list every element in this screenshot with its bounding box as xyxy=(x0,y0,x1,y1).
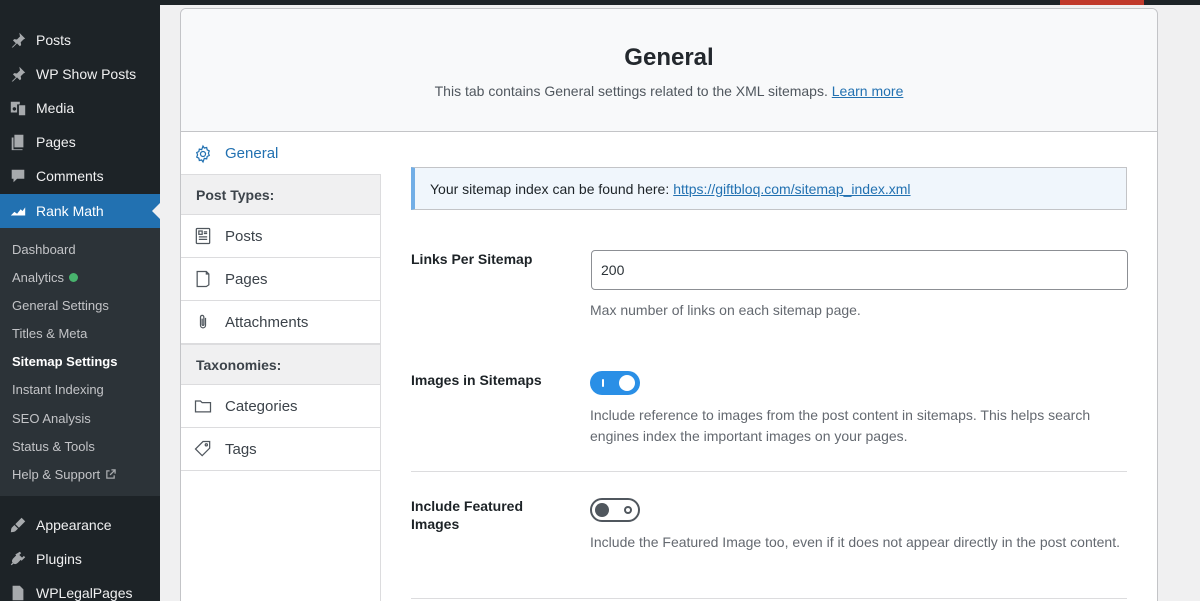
menu-item-label: Plugins xyxy=(36,551,82,567)
menu-item-posts[interactable]: Posts xyxy=(0,23,160,57)
page-title: General xyxy=(624,44,714,71)
submenu-item-titles-meta[interactable]: Titles & Meta xyxy=(12,326,87,341)
include-featured-images-help: Include the Featured Image too, even if … xyxy=(590,534,1120,550)
submenu-item-seo-analysis[interactable]: SEO Analysis xyxy=(12,411,91,426)
folder-icon xyxy=(181,396,225,416)
menu-item-plugins[interactable]: Plugins xyxy=(0,542,160,576)
toggle-on-mark-icon xyxy=(602,379,604,387)
submenu-label: General Settings xyxy=(12,298,109,313)
post-icon xyxy=(181,226,225,246)
menu-item-wplegalpages[interactable]: WPLegalPages xyxy=(0,576,160,601)
appearance-icon xyxy=(0,516,36,534)
submenu-item-help-support[interactable]: Help & Support xyxy=(12,467,116,482)
comments-icon xyxy=(0,167,36,185)
page-description: This tab contains General settings relat… xyxy=(181,83,1157,99)
document-icon xyxy=(0,584,36,601)
submenu-item-sitemap-settings[interactable]: Sitemap Settings xyxy=(12,354,117,369)
status-dot-icon xyxy=(69,273,79,282)
menu-item-label: Posts xyxy=(36,32,72,48)
menu-item-media[interactable]: Media xyxy=(0,91,160,125)
menu-item-label: Pages xyxy=(36,134,76,150)
toggle-off-mark-icon xyxy=(624,506,632,514)
submenu-label: Sitemap Settings xyxy=(12,354,118,369)
submenu-item-analytics[interactable]: Analytics xyxy=(12,270,79,285)
tab-tags[interactable]: Tags xyxy=(181,428,381,471)
tab-posts[interactable]: Posts xyxy=(181,215,381,258)
section-divider xyxy=(411,598,1127,599)
plugins-icon xyxy=(0,550,36,568)
tab-label: Pages xyxy=(225,270,268,288)
media-icon xyxy=(0,99,36,117)
post-types-heading: Post Types: xyxy=(181,174,381,215)
links-per-sitemap-label: Links Per Sitemap xyxy=(411,251,533,267)
tab-categories[interactable]: Categories xyxy=(181,385,381,428)
menu-item-rank-math[interactable]: Rank Math xyxy=(0,194,160,228)
notice-text: Your sitemap index can be found here: xyxy=(430,180,670,197)
images-in-sitemaps-label: Images in Sitemaps xyxy=(411,372,542,388)
admin-sidebar: Posts WP Show Posts Media Pages Comments… xyxy=(0,0,160,601)
rank-math-submenu: Dashboard Analytics General Settings Tit… xyxy=(0,228,160,496)
toggle-knob xyxy=(595,503,609,517)
submenu-label: Instant Indexing xyxy=(12,382,104,397)
toggle-knob xyxy=(619,375,635,391)
tab-label: Tags xyxy=(225,440,257,458)
submenu-item-dashboard[interactable]: Dashboard xyxy=(12,242,76,257)
top-bar-red-block xyxy=(1060,0,1144,5)
submenu-item-status-tools[interactable]: Status & Tools xyxy=(12,439,95,454)
admin-top-bar xyxy=(160,0,1200,5)
pages-icon xyxy=(0,133,36,151)
tab-label: Posts xyxy=(225,227,263,245)
section-divider xyxy=(411,471,1127,472)
gear-icon xyxy=(181,144,225,164)
submenu-label: Analytics xyxy=(12,270,65,285)
tab-general[interactable]: General xyxy=(181,132,381,175)
submenu-label: Dashboard xyxy=(12,242,76,257)
page-icon xyxy=(181,269,225,289)
tabs-divider xyxy=(380,471,381,601)
menu-item-label: Appearance xyxy=(36,517,112,533)
tab-pages[interactable]: Pages xyxy=(181,258,381,301)
learn-more-link[interactable]: Learn more xyxy=(832,83,904,99)
menu-item-label: Rank Math xyxy=(36,203,104,219)
links-per-sitemap-input[interactable] xyxy=(591,250,1128,290)
tab-label: Categories xyxy=(225,397,298,415)
submenu-label: Help & Support xyxy=(12,467,101,482)
tag-icon xyxy=(181,439,225,459)
tab-label: Attachments xyxy=(225,313,309,331)
menu-item-label: WPLegalPages xyxy=(36,585,133,601)
paperclip-icon xyxy=(181,312,225,332)
taxonomies-heading: Taxonomies: xyxy=(181,344,381,385)
pin-icon xyxy=(0,65,36,83)
menu-item-appearance[interactable]: Appearance xyxy=(0,508,160,542)
submenu-label: SEO Analysis xyxy=(12,411,91,426)
include-featured-images-label: Include Featured Images xyxy=(411,498,524,532)
panel-header: General This tab contains General settin… xyxy=(181,9,1157,132)
submenu-item-instant-indexing[interactable]: Instant Indexing xyxy=(12,382,104,397)
include-featured-images-toggle[interactable] xyxy=(590,498,640,522)
current-menu-arrow xyxy=(152,203,160,219)
submenu-label: Status & Tools xyxy=(12,439,95,454)
sitemap-index-notice: Your sitemap index can be found here: ht… xyxy=(411,167,1127,210)
rank-math-icon xyxy=(0,202,36,220)
submenu-item-general-settings[interactable]: General Settings xyxy=(12,298,109,313)
menu-item-label: WP Show Posts xyxy=(36,66,137,82)
pin-icon xyxy=(0,31,36,49)
menu-item-label: Comments xyxy=(36,168,104,184)
description-text: This tab contains General settings relat… xyxy=(434,83,828,99)
external-link-icon xyxy=(106,469,116,479)
menu-item-wp-show-posts[interactable]: WP Show Posts xyxy=(0,57,160,91)
menu-item-comments[interactable]: Comments xyxy=(0,159,160,193)
tab-attachments[interactable]: Attachments xyxy=(181,301,381,344)
menu-item-label: Media xyxy=(36,100,75,116)
images-in-sitemaps-toggle[interactable] xyxy=(590,371,640,395)
menu-item-pages[interactable]: Pages xyxy=(0,125,160,159)
settings-panel: General This tab contains General settin… xyxy=(180,8,1158,601)
tab-label: General xyxy=(225,145,279,162)
submenu-label: Titles & Meta xyxy=(12,326,88,341)
sitemap-index-link[interactable]: https://giftbloq.com/sitemap_index.xml xyxy=(673,181,910,197)
images-in-sitemaps-help: Include reference to images from the pos… xyxy=(590,407,1091,444)
links-per-sitemap-help: Max number of links on each sitemap page… xyxy=(590,302,861,318)
